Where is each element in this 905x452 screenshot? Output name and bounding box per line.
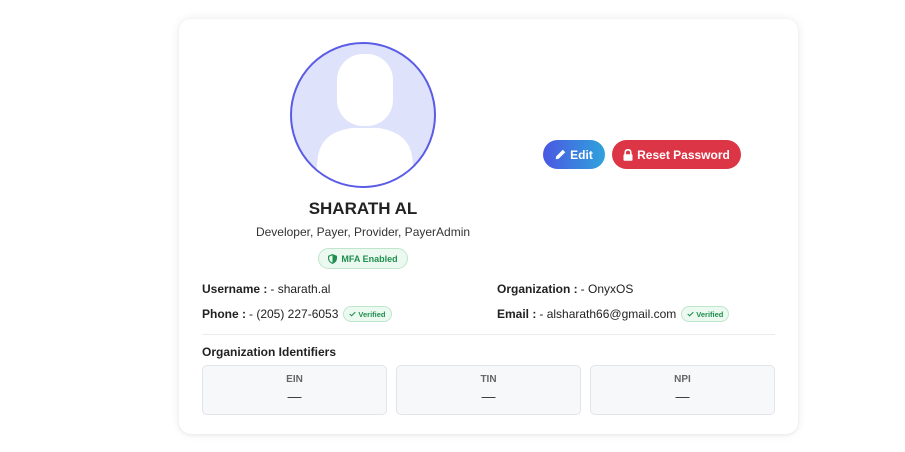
phone-verified-badge: Verified: [343, 306, 392, 322]
pencil-icon: [555, 149, 566, 160]
organization-value: - OnyxOS: [580, 282, 634, 296]
organization-field: Organization : - OnyxOS: [497, 282, 633, 296]
profile-card: SHARATH AL Developer, Payer, Provider, P…: [179, 19, 798, 434]
mfa-badge-label: MFA Enabled: [341, 253, 398, 264]
phone-verified-label: Verified: [358, 309, 386, 319]
tin-label: TIN: [480, 374, 497, 385]
user-name: SHARATH AL: [308, 199, 418, 218]
mfa-badge: MFA Enabled: [318, 248, 408, 269]
divider: [202, 334, 775, 335]
username-value: - sharath.al: [270, 282, 331, 296]
phone-label: Phone :: [202, 307, 246, 321]
check-icon: [349, 311, 357, 317]
shield-icon: [328, 253, 338, 264]
phone-value: - (205) 227-6053: [249, 307, 339, 321]
edit-button-label: Edit: [570, 147, 593, 162]
user-roles: Developer, Payer, Provider, PayerAdmin: [255, 225, 471, 239]
tin-box: TIN —: [396, 365, 581, 415]
email-field: Email : - alsharath66@gmail.com Verified: [497, 306, 730, 322]
ein-label: EIN: [286, 374, 303, 385]
ein-box: EIN —: [202, 365, 387, 415]
npi-box: NPI —: [590, 365, 775, 415]
username-label: Username :: [202, 282, 268, 296]
reset-password-button[interactable]: Reset Password: [612, 140, 741, 169]
username-field: Username : - sharath.al: [202, 282, 330, 296]
email-value: - alsharath66@gmail.com: [539, 307, 677, 321]
reset-password-button-label: Reset Password: [637, 147, 730, 162]
ein-value: —: [287, 388, 302, 404]
org-identifiers-title: Organization Identifiers: [202, 345, 337, 359]
email-verified-badge: Verified: [681, 306, 730, 322]
npi-value: —: [675, 388, 690, 404]
lock-icon: [623, 148, 633, 161]
user-silhouette-icon: [314, 54, 416, 186]
check-icon: [687, 311, 694, 317]
email-verified-label: Verified: [696, 309, 724, 319]
phone-field: Phone : - (205) 227-6053 Verified: [202, 306, 392, 322]
tin-value: —: [481, 388, 496, 404]
organization-label: Organization :: [497, 282, 578, 296]
npi-label: NPI: [674, 374, 691, 385]
email-label: Email :: [497, 307, 537, 321]
avatar: [290, 42, 436, 188]
edit-button[interactable]: Edit: [543, 140, 605, 169]
